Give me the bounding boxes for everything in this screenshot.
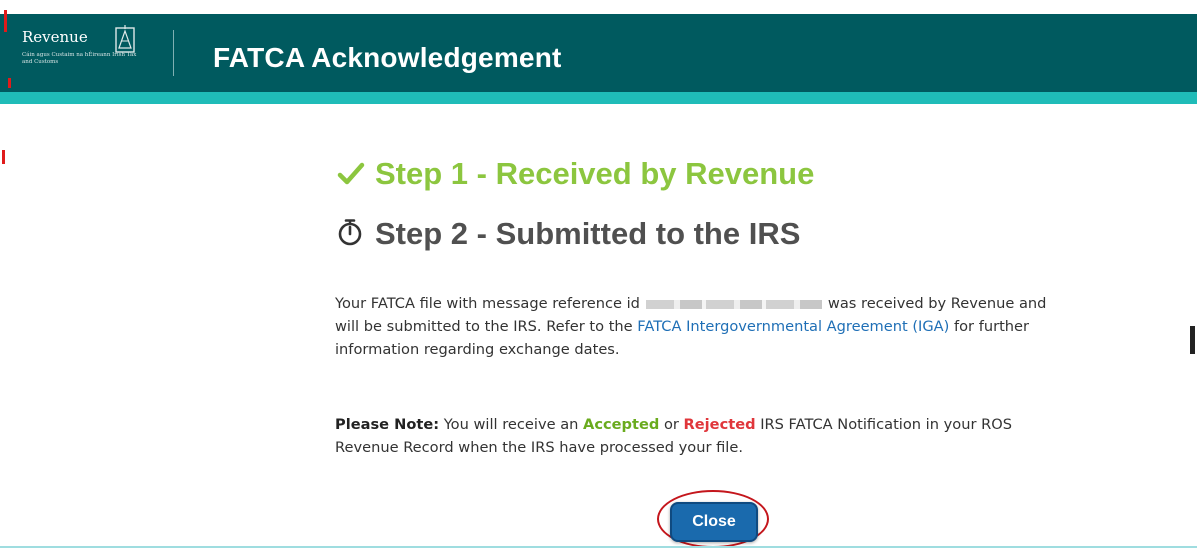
logo-name: Revenue: [22, 28, 88, 46]
message-prefix: Your FATCA file with message reference i…: [335, 295, 640, 312]
note-text-1: You will receive an: [443, 416, 579, 433]
torn-edge-decoration: [0, 0, 14, 551]
step-2-label: Step 2 - Submitted to the IRS: [375, 216, 801, 251]
logo-subtitle: Cáin agus Custaim na hÉireann Irish Tax …: [22, 52, 137, 65]
message-paragraph: Your FATCA file with message reference i…: [335, 292, 1075, 361]
note-or: or: [663, 416, 679, 433]
redacted-reference-id: [645, 299, 822, 309]
revenue-logo: Revenue Cáin agus Custaim na hÉireann Ir…: [22, 24, 152, 80]
page-header: Revenue Cáin agus Custaim na hÉireann Ir…: [0, 14, 1197, 92]
fatca-iga-link[interactable]: FATCA Intergovernmental Agreement (IGA): [637, 318, 949, 335]
step-1-label: Step 1 - Received by Revenue: [375, 156, 815, 191]
edge-marker: [1190, 326, 1195, 354]
header-divider: [173, 30, 174, 76]
close-button[interactable]: Close: [670, 502, 758, 542]
step-1: Step 1 - Received by Revenue: [337, 156, 814, 194]
note-label: Please Note:: [335, 416, 440, 433]
accepted-word: Accepted: [583, 416, 660, 433]
note-paragraph: Please Note: You will receive an Accepte…: [335, 413, 1075, 459]
header-stripe: [0, 92, 1197, 104]
rejected-word: Rejected: [683, 416, 756, 433]
step-2: Step 2 - Submitted to the IRS: [337, 216, 800, 254]
stopwatch-icon: [337, 218, 369, 254]
bottom-divider: [0, 546, 1197, 548]
page-title: FATCA Acknowledgement: [213, 42, 562, 73]
check-icon: [337, 158, 369, 194]
harp-crest-icon: [115, 25, 135, 53]
